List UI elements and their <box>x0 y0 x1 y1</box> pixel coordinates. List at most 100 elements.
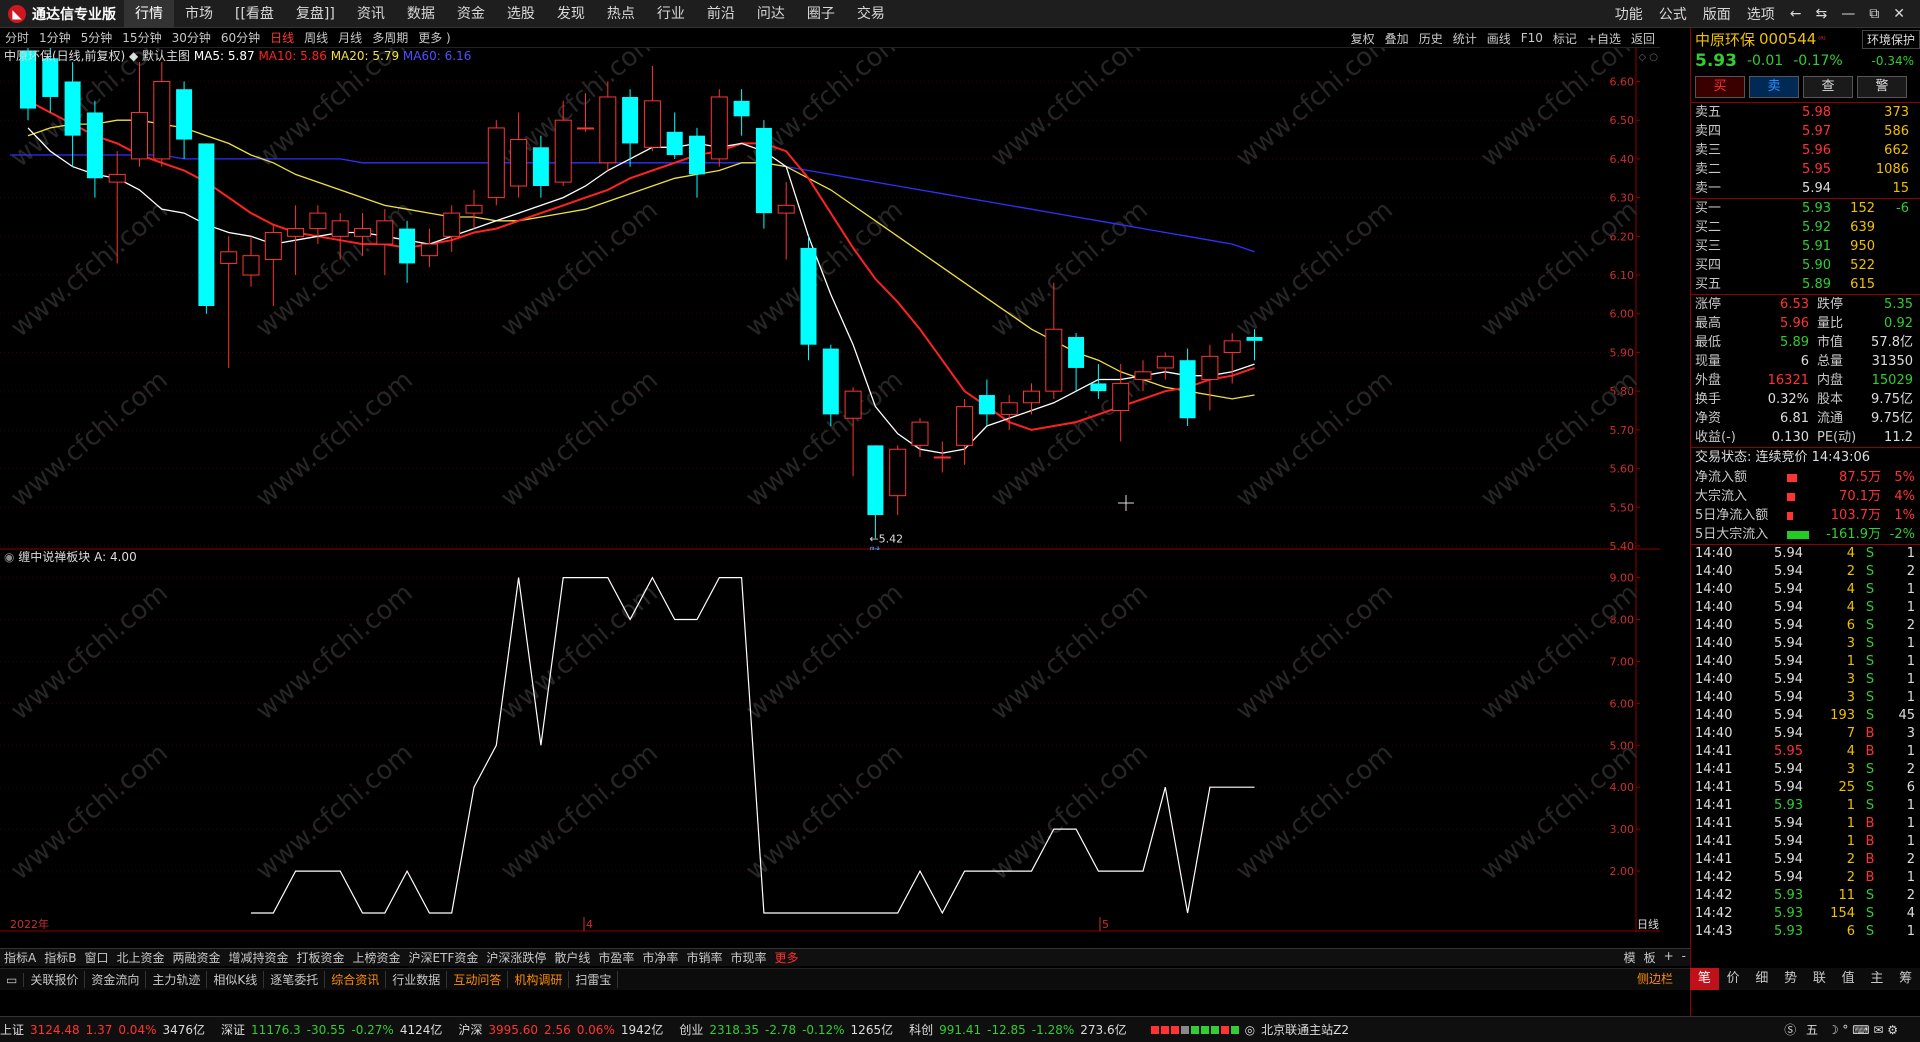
right-tab-6[interactable]: 主 <box>1863 968 1892 990</box>
info-tab-2[interactable]: 主力轨迹 <box>146 971 208 988</box>
menu-item-10[interactable]: 行业 <box>646 0 696 28</box>
chart-tool-3[interactable]: 统计 <box>1448 30 1482 47</box>
menu-item-1[interactable]: 市场 <box>174 0 224 28</box>
period-tab-3[interactable]: 15分钟 <box>117 29 166 46</box>
index-item[interactable]: 创业 2318.35 -2.78 -0.12% 1265亿 <box>679 1021 899 1038</box>
indicator-tab-15[interactable]: 更多 <box>770 949 802 966</box>
sidebar-toggle[interactable]: 侧边栏 <box>1620 968 1690 990</box>
right-menu-item-0[interactable]: 功能 <box>1607 4 1651 24</box>
bid-row[interactable]: 买三 5.91 950 <box>1691 237 1920 256</box>
server-name[interactable]: 北京联通主站Z2 <box>1261 1021 1349 1038</box>
indicator-tab-14[interactable]: 市现率 <box>726 949 770 966</box>
chart-tool-2[interactable]: 历史 <box>1414 30 1448 47</box>
ask-row[interactable]: 卖四 5.97 586 <box>1691 122 1920 141</box>
info-tab-8[interactable]: 机构调研 <box>508 971 570 988</box>
indicator-tab-10[interactable]: 散户线 <box>550 949 594 966</box>
indicator-tab-12[interactable]: 市净率 <box>638 949 682 966</box>
period-tab-5[interactable]: 60分钟 <box>216 29 265 46</box>
tick-list[interactable]: 14:40 5.94 4 S 1 14:40 5.94 2 S 2 14:40 5.94 4 S 1 14:4… <box>1691 545 1920 941</box>
indicator-tab-5[interactable]: 增减持资金 <box>225 949 293 966</box>
indicator-tab-9[interactable]: 沪深涨跌停 <box>482 949 550 966</box>
period-tab-4[interactable]: 30分钟 <box>167 29 216 46</box>
info-tab-4[interactable]: 逐笔委托 <box>264 971 326 988</box>
period-tab-10[interactable]: 更多 ) <box>413 29 456 46</box>
chart-tool-7[interactable]: +自选 <box>1582 30 1626 47</box>
info-tab-1[interactable]: 资金流向 <box>85 971 147 988</box>
tab-expand-icon[interactable]: ▭ <box>0 972 25 987</box>
restore-icon[interactable]: ⧉ <box>1862 6 1886 22</box>
menu-item-4[interactable]: 资讯 <box>346 0 396 28</box>
chart-tool-8[interactable]: 返回 <box>1626 30 1660 47</box>
indicator-tab-0[interactable]: 指标A <box>0 949 40 966</box>
ask-row[interactable]: 卖一 5.94 15 <box>1691 179 1920 198</box>
template-btn-0[interactable]: 模 <box>1620 949 1640 966</box>
menu-item-14[interactable]: 交易 <box>846 0 896 28</box>
close-icon[interactable]: ✕ <box>1886 6 1912 22</box>
chart-tool-4[interactable]: 画线 <box>1482 30 1516 47</box>
menu-item-11[interactable]: 前沿 <box>696 0 746 28</box>
indicator-tab-3[interactable]: 北上资金 <box>112 949 168 966</box>
right-tab-4[interactable]: 联 <box>1805 968 1834 990</box>
bid-row[interactable]: 买四 5.90 522 <box>1691 256 1920 275</box>
menu-item-13[interactable]: 圈子 <box>796 0 846 28</box>
chart-tool-1[interactable]: 叠加 <box>1380 30 1414 47</box>
quote-btn-2[interactable]: 查 <box>1803 76 1853 98</box>
template-btn-2[interactable]: + <box>1660 949 1678 966</box>
quote-btn-1[interactable]: 卖 <box>1749 76 1799 98</box>
info-tab-3[interactable]: 相似K线 <box>207 971 265 988</box>
period-tab-9[interactable]: 多周期 <box>367 29 413 46</box>
index-item[interactable]: 沪深 3995.60 2.56 0.06% 1942亿 <box>458 1021 669 1038</box>
quote-btn-3[interactable]: 警 <box>1857 76 1907 98</box>
menu-item-6[interactable]: 资金 <box>446 0 496 28</box>
swap-icon[interactable]: ⇆ <box>1809 6 1835 22</box>
period-tab-8[interactable]: 月线 <box>333 29 367 46</box>
menu-item-5[interactable]: 数据 <box>396 0 446 28</box>
info-tab-9[interactable]: 扫雷宝 <box>569 971 619 988</box>
template-btn-3[interactable]: - <box>1678 949 1690 966</box>
indicator-chart[interactable]: 9.008.007.006.005.004.003.002.00www.cfch… <box>0 551 1660 932</box>
index-item[interactable]: 上证 3124.48 1.37 0.04% 3476亿 <box>0 1021 211 1038</box>
indicator-tab-1[interactable]: 指标B <box>40 949 80 966</box>
info-tab-0[interactable]: 关联报价 <box>24 971 86 988</box>
template-btn-1[interactable]: 板 <box>1640 949 1660 966</box>
index-item[interactable]: 深证 11176.3 -30.55 -0.27% 4124亿 <box>221 1021 448 1038</box>
main-chart[interactable]: 6.606.506.406.306.206.106.005.905.805.70… <box>0 48 1660 550</box>
indicator-tab-4[interactable]: 两融资金 <box>168 949 224 966</box>
menu-item-3[interactable]: 复盘]] <box>285 0 346 28</box>
indicator-tab-11[interactable]: 市盈率 <box>594 949 638 966</box>
right-tab-3[interactable]: 势 <box>1776 968 1805 990</box>
industry-tag[interactable]: 环境保护 <box>1861 29 1920 49</box>
period-tab-6[interactable]: 日线 <box>265 29 299 46</box>
right-menu-item-1[interactable]: 公式 <box>1651 4 1695 24</box>
period-tab-1[interactable]: 1分钟 <box>34 29 76 46</box>
period-tab-0[interactable]: 分时 <box>0 29 34 46</box>
menu-item-2[interactable]: [[看盘 <box>224 0 285 28</box>
bid-row[interactable]: 买二 5.92 639 <box>1691 218 1920 237</box>
bid-row[interactable]: 买五 5.89 615 <box>1691 275 1920 294</box>
bid-row[interactable]: 买一 5.93 152 -6 <box>1691 199 1920 218</box>
input-method-tray[interactable]: Ⓢ 五 ☽ ° ⌨ ✉ ⚙ <box>1784 1021 1904 1038</box>
right-tab-2[interactable]: 细 <box>1748 968 1777 990</box>
period-tab-2[interactable]: 5分钟 <box>76 29 118 46</box>
indicator-tab-13[interactable]: 市销率 <box>682 949 726 966</box>
right-tab-7[interactable]: 筹 <box>1891 968 1920 990</box>
right-tab-0[interactable]: 笔 <box>1690 968 1719 990</box>
ask-row[interactable]: 卖五 5.98 373 <box>1691 103 1920 122</box>
minimize-icon[interactable]: — <box>1834 6 1862 22</box>
indicator-tab-8[interactable]: 沪深ETF资金 <box>405 949 483 966</box>
chart-tool-0[interactable]: 复权 <box>1346 30 1380 47</box>
menu-item-9[interactable]: 热点 <box>596 0 646 28</box>
indicator-tab-6[interactable]: 打板资金 <box>293 949 349 966</box>
chart-tool-6[interactable]: 标记 <box>1548 30 1582 47</box>
menu-item-7[interactable]: 选股 <box>496 0 546 28</box>
ask-row[interactable]: 卖二 5.95 1086 <box>1691 160 1920 179</box>
menu-item-8[interactable]: 发现 <box>546 0 596 28</box>
right-tab-1[interactable]: 价 <box>1719 968 1748 990</box>
period-tab-7[interactable]: 周线 <box>299 29 333 46</box>
indicator-tab-2[interactable]: 窗口 <box>80 949 112 966</box>
right-tab-5[interactable]: 值 <box>1834 968 1863 990</box>
info-tab-7[interactable]: 互动问答 <box>447 971 509 988</box>
quote-btn-0[interactable]: 买 <box>1695 76 1745 98</box>
menu-item-0[interactable]: 行情 <box>124 0 174 28</box>
index-item[interactable]: 科创 991.41 -12.85 -1.28% 273.6亿 <box>909 1021 1133 1038</box>
